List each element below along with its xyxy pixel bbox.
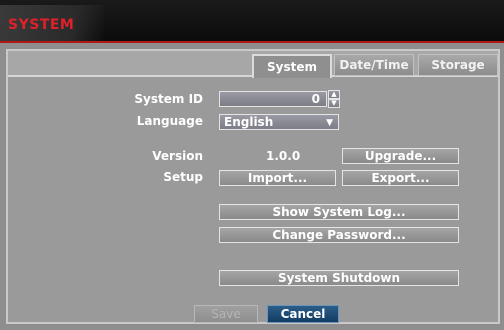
export-button[interactable]: Export... <box>342 170 459 186</box>
language-label: Language <box>136 114 203 128</box>
spinner-up-icon[interactable]: ▲ <box>328 90 340 99</box>
import-button[interactable]: Import... <box>219 170 336 186</box>
tab-system[interactable]: System <box>252 54 332 78</box>
cancel-button[interactable]: Cancel <box>267 305 339 323</box>
system-id-value: 0 <box>311 92 320 106</box>
version-value: 1.0.0 <box>266 149 301 163</box>
language-select[interactable]: English ▼ <box>219 114 339 130</box>
tab-storage[interactable]: Storage <box>418 54 498 76</box>
setup-label: Setup <box>163 170 203 184</box>
upgrade-button[interactable]: Upgrade... <box>342 148 459 164</box>
system-shutdown-button[interactable]: System Shutdown <box>219 270 459 286</box>
show-system-log-button[interactable]: Show System Log... <box>219 204 459 220</box>
system-window: SYSTEM System Date/Time Storage System I… <box>0 0 504 330</box>
chevron-down-icon: ▼ <box>326 118 333 128</box>
title-bar: SYSTEM <box>0 0 504 43</box>
change-password-button[interactable]: Change Password... <box>219 227 459 243</box>
version-label: Version <box>152 149 203 163</box>
system-id-stepper[interactable]: ▲ ▼ <box>328 90 340 108</box>
title-divider <box>0 41 504 43</box>
title-tab: SYSTEM <box>0 5 104 42</box>
system-id-label: System ID <box>134 92 203 106</box>
system-id-field[interactable]: 0 <box>219 91 327 107</box>
save-button[interactable]: Save <box>194 305 258 323</box>
tab-date-time[interactable]: Date/Time <box>334 54 414 76</box>
language-value: English <box>224 115 274 129</box>
window-title: SYSTEM <box>8 17 75 33</box>
spinner-down-icon[interactable]: ▼ <box>328 99 340 108</box>
